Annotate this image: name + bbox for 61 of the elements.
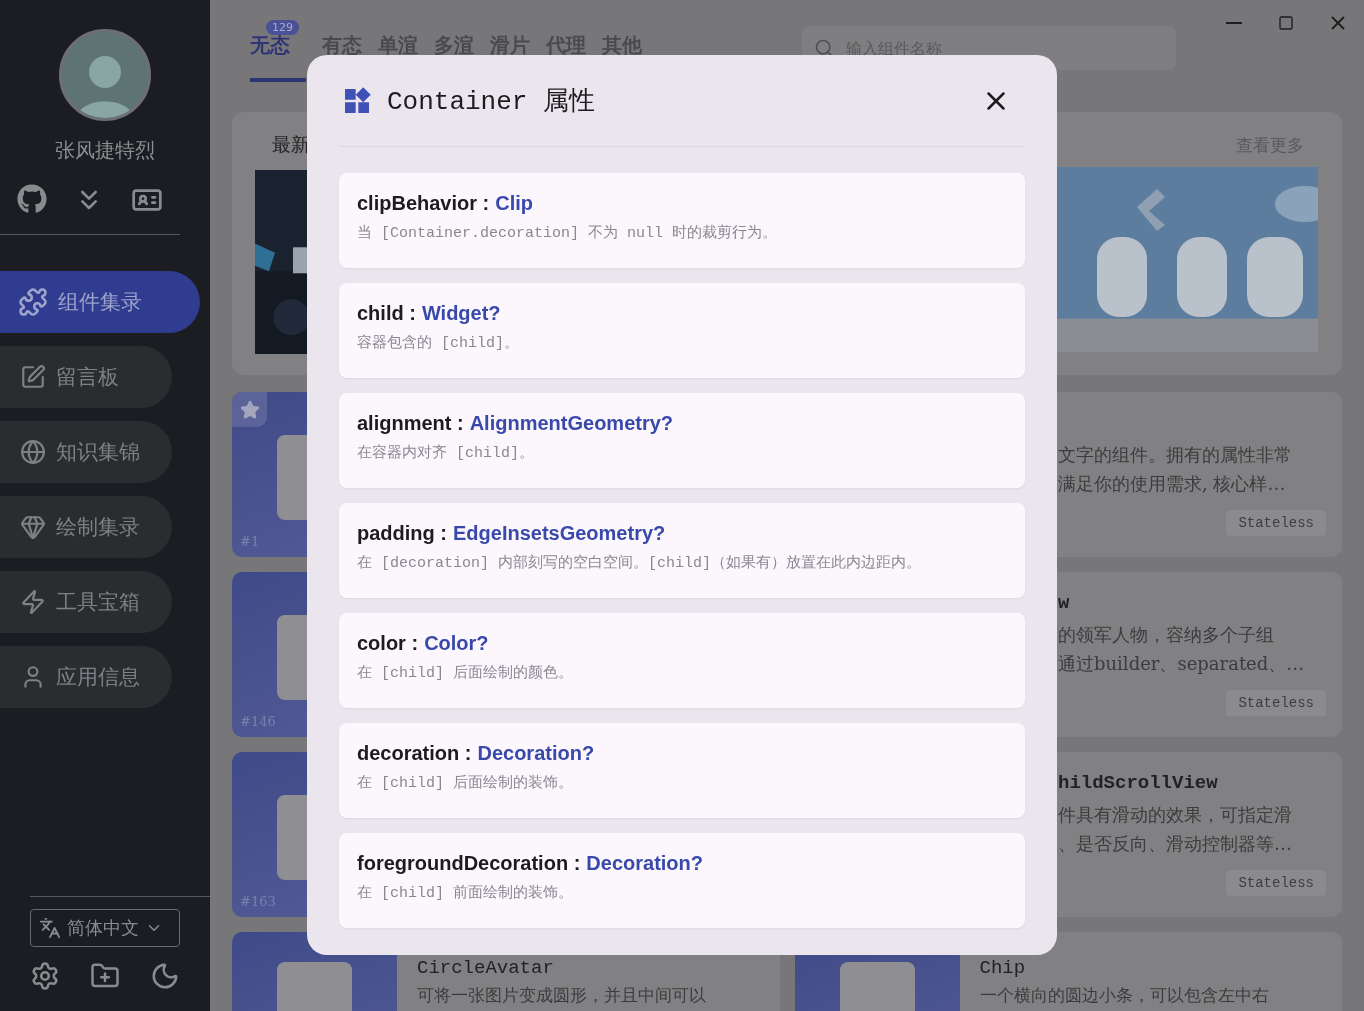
property-name: clipBehavior : xyxy=(357,192,490,215)
property-name: alignment : xyxy=(357,412,464,435)
property-type[interactable]: Widget? xyxy=(421,302,501,325)
property-name: padding : xyxy=(357,522,447,545)
nav-item[interactable]: 应用信息 xyxy=(0,646,172,708)
dialog-title: Container 属性 xyxy=(387,86,597,118)
card-description: 通过builder、separated、… xyxy=(1058,652,1306,676)
stateless-tag: Stateless xyxy=(1226,870,1326,896)
property-type[interactable]: Decoration? xyxy=(586,852,704,875)
section-title: 最新 xyxy=(272,132,307,157)
nav-item[interactable]: 工具宝箱 xyxy=(0,571,172,633)
settings-icon[interactable] xyxy=(30,961,60,991)
property-name: child : xyxy=(357,302,416,325)
nav-item[interactable]: 留言板 xyxy=(0,346,172,408)
card-description: 满足你的使用需求, 核心样… xyxy=(1058,472,1287,496)
gem-icon xyxy=(20,514,46,540)
github-icon[interactable] xyxy=(17,184,47,214)
property-description: 在容器内对齐 [child]。 xyxy=(357,443,535,462)
card-description: 文字的组件。拥有的属性非常 xyxy=(1058,443,1293,467)
property-description: 在 [decoration] 内部刻写的空白空间。[child]（如果有）放置在此内边距内。 xyxy=(357,553,923,572)
card-title: w xyxy=(1058,592,1071,616)
property-description: 容器包含的 [child]。 xyxy=(357,333,520,352)
maximize-icon xyxy=(1278,15,1294,31)
puzzle-icon xyxy=(18,287,48,317)
language-button[interactable]: 简体中文 xyxy=(30,909,180,947)
property-type[interactable]: Decoration? xyxy=(477,742,595,765)
star-icon[interactable] xyxy=(232,392,267,427)
card-description: 件具有滑动的效果，可指定滑 xyxy=(1058,803,1293,827)
lightning-icon xyxy=(20,589,46,615)
minimize-icon xyxy=(1226,22,1242,24)
search-icon xyxy=(814,38,834,58)
property-name: foregroundDecoration : xyxy=(357,852,581,875)
card-description: 、是否反向、滑动控制器等… xyxy=(1058,832,1293,856)
translate-icon xyxy=(39,917,61,939)
property-description: 在 [child] 前面绘制的装饰。 xyxy=(357,883,574,902)
property-name: decoration : xyxy=(357,742,472,765)
nav-item[interactable]: 绘制集录 xyxy=(0,496,172,558)
nav-item[interactable]: 知识集锦 xyxy=(0,421,172,483)
property-type[interactable]: Color? xyxy=(424,632,489,655)
stateless-tag: Stateless xyxy=(1226,510,1326,536)
property-description: 在 [child] 后面绘制的装饰。 xyxy=(357,773,574,792)
nav-item[interactable]: 组件集录 xyxy=(0,271,200,333)
user-name: 张风捷特烈 xyxy=(55,137,155,164)
card-title: Chip xyxy=(979,956,1027,980)
property-name: color : xyxy=(357,632,419,655)
card-description: 的领军人物，容纳多个子组 xyxy=(1058,623,1275,647)
property-description: 当 [Container.decoration] 不为 null 时的裁剪行为。 xyxy=(357,223,779,242)
card-description: 一个横向的圆边小条，可以包含左中右 xyxy=(979,984,1269,1006)
count-badge: 129 xyxy=(266,20,299,35)
property-type[interactable]: Clip xyxy=(495,192,534,215)
property-type[interactable]: AlignmentGeometry? xyxy=(469,412,674,435)
tab[interactable]: 无态 129 xyxy=(250,20,306,82)
stateless-tag: Stateless xyxy=(1226,690,1326,716)
card-description: 可将一张图片变成圆形，并且中间可以 xyxy=(417,984,706,1006)
card-title: CircleAvatar xyxy=(417,956,555,980)
card-title: hildScrollView xyxy=(1058,772,1219,796)
property-description: 在 [child] 后面绘制的颜色。 xyxy=(357,663,574,682)
globe-icon xyxy=(20,439,46,465)
moon-icon[interactable] xyxy=(150,961,180,991)
edit-icon xyxy=(20,364,46,390)
property-type[interactable]: EdgeInsetsGeometry? xyxy=(453,522,666,545)
